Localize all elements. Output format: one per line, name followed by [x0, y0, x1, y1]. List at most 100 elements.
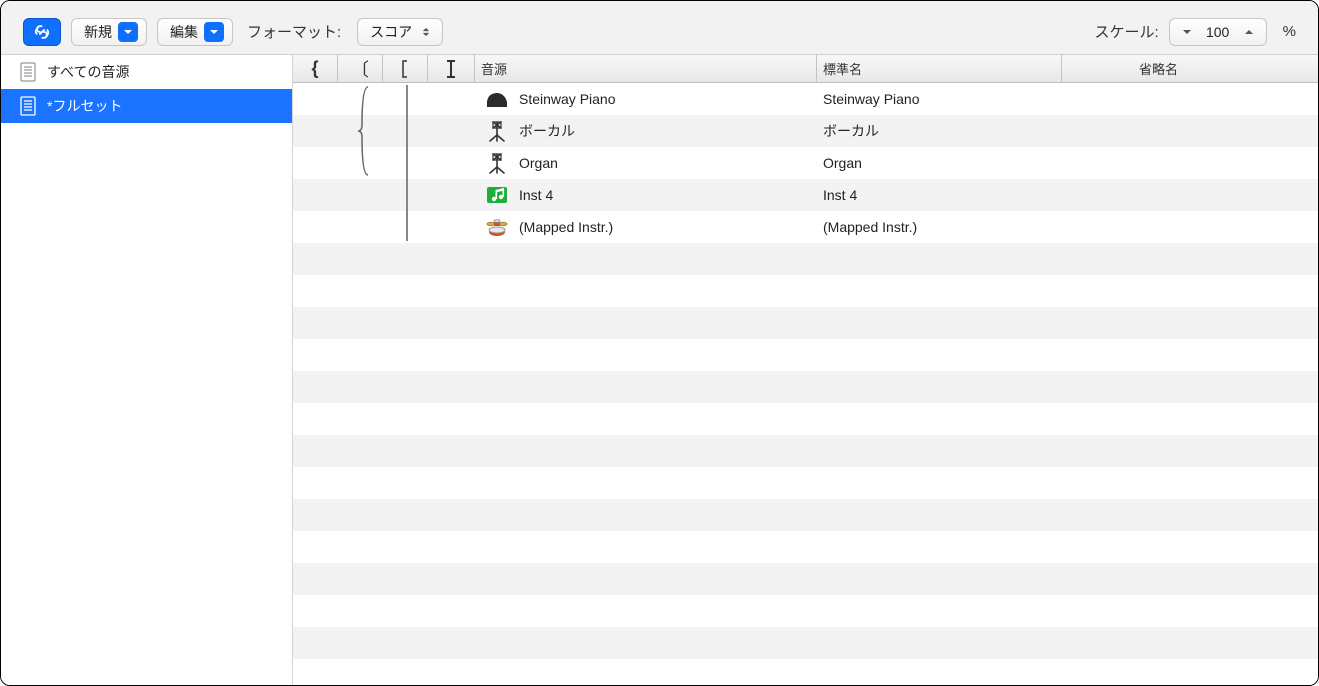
- scale-decrease[interactable]: [1176, 20, 1198, 44]
- table-row[interactable]: Steinway Piano Steinway Piano: [293, 83, 1318, 115]
- cell-short-name[interactable]: [1062, 83, 1318, 115]
- table-row: [293, 307, 1318, 339]
- cell-full-name[interactable]: Organ: [817, 147, 1062, 179]
- cell-barline[interactable]: [428, 179, 475, 211]
- cell-bracket-thin[interactable]: [383, 83, 428, 115]
- cell-bracket-thin[interactable]: [383, 179, 428, 211]
- cell-full-name[interactable]: Steinway Piano: [817, 83, 1062, 115]
- table-row[interactable]: Organ Organ: [293, 147, 1318, 179]
- edit-menu-label: 編集: [170, 22, 198, 42]
- col-bracket[interactable]: 〔: [338, 55, 383, 82]
- full-name: Inst 4: [823, 187, 857, 203]
- window-body: すべての音源 *フルセット { 〔: [1, 55, 1318, 685]
- cell-bracket[interactable]: [338, 179, 383, 211]
- table-row: [293, 499, 1318, 531]
- cell-bracket-thin[interactable]: [383, 115, 428, 147]
- col-bracket-thin[interactable]: [383, 55, 428, 82]
- cell-bracket[interactable]: [338, 211, 383, 243]
- cell-bracket-thin[interactable]: [383, 211, 428, 243]
- instrument-name: Inst 4: [519, 187, 553, 203]
- cell-instrument[interactable]: Organ: [475, 147, 817, 179]
- full-name: Steinway Piano: [823, 91, 920, 107]
- piano-icon: [485, 87, 509, 111]
- stand-icon: [485, 151, 509, 175]
- scale-label: スケール:: [1094, 21, 1158, 42]
- toolbar: 新規 編集 フォーマット: スコア スケール: 100: [1, 1, 1318, 55]
- table-row: [293, 371, 1318, 403]
- cell-barline[interactable]: [428, 211, 475, 243]
- table-header: { 〔 音源 標準名 省略名: [293, 55, 1318, 83]
- format-value: スコア: [370, 22, 412, 42]
- instrument-name: (Mapped Instr.): [519, 219, 613, 235]
- table-row[interactable]: Inst 4 Inst 4: [293, 179, 1318, 211]
- cell-instrument[interactable]: ボーカル: [475, 115, 817, 147]
- cell-full-name[interactable]: Inst 4: [817, 179, 1062, 211]
- col-short-name[interactable]: 省略名: [1062, 55, 1318, 82]
- bracket-icon: 〔: [351, 56, 369, 82]
- instrument-name: ボーカル: [519, 121, 575, 141]
- score-sets-window: 新規 編集 フォーマット: スコア スケール: 100: [0, 0, 1319, 686]
- cell-full-name[interactable]: (Mapped Instr.): [817, 211, 1062, 243]
- cell-short-name[interactable]: [1062, 179, 1318, 211]
- stepper-icon: [418, 22, 434, 42]
- cell-barline[interactable]: [428, 83, 475, 115]
- cell-short-name[interactable]: [1062, 211, 1318, 243]
- col-brace[interactable]: {: [293, 55, 338, 82]
- full-name: (Mapped Instr.): [823, 219, 917, 235]
- sidebar-item-label: *フルセット: [47, 96, 122, 116]
- table-row: [293, 435, 1318, 467]
- table-row: [293, 627, 1318, 659]
- scale-increase[interactable]: [1238, 20, 1260, 44]
- table-rows: Steinway Piano Steinway Piano ボーカル ボーカル Orga…: [293, 83, 1318, 685]
- scale-percent-label: %: [1283, 23, 1296, 40]
- instrument-name: Organ: [519, 155, 558, 171]
- cell-bracket[interactable]: [338, 83, 383, 115]
- chevron-down-icon: [118, 22, 138, 42]
- cell-instrument[interactable]: (Mapped Instr.): [475, 211, 817, 243]
- cell-bracket[interactable]: [338, 115, 383, 147]
- table-row: [293, 275, 1318, 307]
- table-row[interactable]: (Mapped Instr.) (Mapped Instr.): [293, 211, 1318, 243]
- table-row: [293, 563, 1318, 595]
- full-name: ボーカル: [823, 121, 879, 141]
- format-label: フォーマット:: [247, 21, 341, 42]
- col-instrument[interactable]: 音源: [475, 55, 817, 82]
- cell-brace[interactable]: [293, 115, 338, 147]
- instrument-name: Steinway Piano: [519, 91, 616, 107]
- cell-full-name[interactable]: ボーカル: [817, 115, 1062, 147]
- cell-instrument[interactable]: Steinway Piano: [475, 83, 817, 115]
- sidebar-item-full-set[interactable]: *フルセット: [1, 89, 292, 123]
- cell-barline[interactable]: [428, 147, 475, 179]
- cell-short-name[interactable]: [1062, 147, 1318, 179]
- cell-instrument[interactable]: Inst 4: [475, 179, 817, 211]
- cell-bracket[interactable]: [338, 147, 383, 179]
- catch-content-link-button[interactable]: [23, 18, 61, 46]
- table-row: [293, 531, 1318, 563]
- new-menu-label: 新規: [84, 22, 112, 42]
- sidebar-item-all-instruments[interactable]: すべての音源: [1, 55, 292, 89]
- document-icon: [19, 62, 37, 82]
- cell-brace[interactable]: [293, 147, 338, 179]
- cell-brace[interactable]: [293, 179, 338, 211]
- col-barline[interactable]: [428, 55, 475, 82]
- cell-brace[interactable]: [293, 83, 338, 115]
- edit-menu[interactable]: 編集: [157, 18, 233, 46]
- cell-bracket-thin[interactable]: [383, 147, 428, 179]
- cell-barline[interactable]: [428, 115, 475, 147]
- stand-icon: [485, 119, 509, 143]
- cell-short-name[interactable]: [1062, 115, 1318, 147]
- table-row[interactable]: ボーカル ボーカル: [293, 115, 1318, 147]
- table-row: [293, 467, 1318, 499]
- col-full-name[interactable]: 標準名: [817, 55, 1062, 82]
- table-row: [293, 595, 1318, 627]
- thin-bracket-icon: [400, 60, 410, 78]
- table-row: [293, 403, 1318, 435]
- document-icon: [19, 96, 37, 116]
- drums-icon: [485, 215, 509, 239]
- brace-icon: {: [311, 58, 318, 79]
- scale-value[interactable]: 100: [1198, 24, 1238, 40]
- score-sets-sidebar: すべての音源 *フルセット: [1, 55, 293, 685]
- cell-brace[interactable]: [293, 211, 338, 243]
- new-menu[interactable]: 新規: [71, 18, 147, 46]
- format-select[interactable]: スコア: [357, 18, 443, 46]
